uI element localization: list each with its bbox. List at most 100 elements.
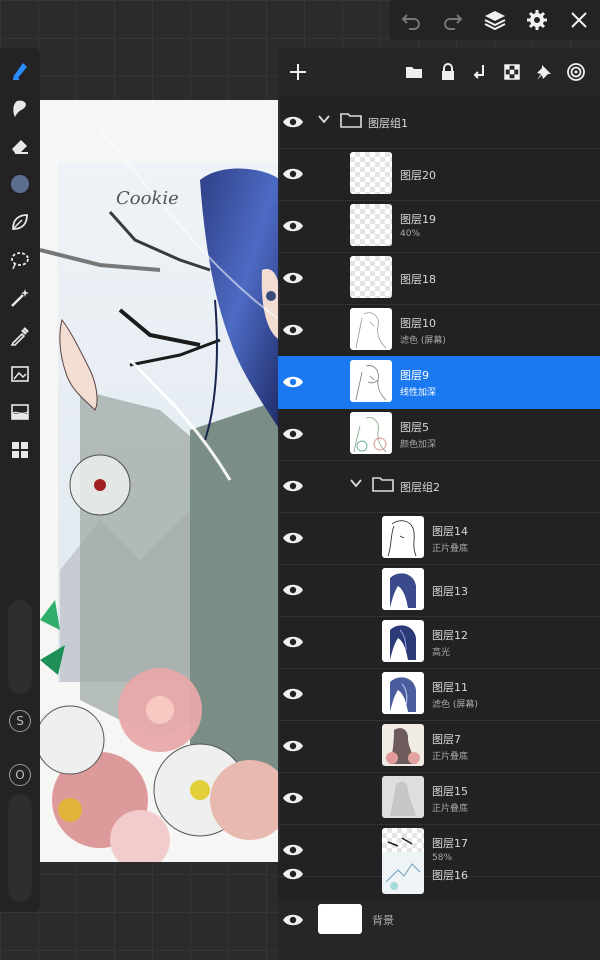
merge-down-icon[interactable] <box>468 60 492 84</box>
background-thumbnail <box>318 904 362 934</box>
layer-name: 图层19 <box>400 213 436 226</box>
layer-group-row[interactable]: 图层组1 <box>278 96 600 149</box>
layer-row[interactable]: 图层7 正片叠底 <box>278 720 600 773</box>
settings-gear-icon[interactable] <box>524 7 550 33</box>
layer-mode: 40% <box>400 229 421 239</box>
layer-group-row[interactable]: 图层组2 <box>278 460 600 513</box>
folder-icon <box>372 477 394 492</box>
drawing-canvas[interactable]: Cookie <box>40 100 280 862</box>
visibility-eye-icon[interactable] <box>282 864 304 884</box>
eraser-icon[interactable] <box>8 134 32 158</box>
visibility-eye-icon[interactable] <box>282 112 304 132</box>
layer-mode: 正片叠底 <box>432 752 469 762</box>
layer-thumbnail <box>382 776 424 818</box>
chevron-down-icon[interactable] <box>318 114 330 124</box>
folder-icon <box>340 113 362 128</box>
smudge-icon[interactable] <box>8 96 32 120</box>
layer-mode: 滤色 (屏幕) <box>400 336 446 346</box>
opacity-slider[interactable] <box>8 794 32 902</box>
layer-name: 图层12 <box>432 629 468 642</box>
layer-name: 图层15 <box>432 785 468 798</box>
layer-name: 图层10 <box>400 317 436 330</box>
eyedropper-icon[interactable] <box>8 324 32 348</box>
layer-thumbnail <box>382 620 424 662</box>
layer-row[interactable]: 图层13 <box>278 564 600 617</box>
visibility-eye-icon[interactable] <box>282 424 304 444</box>
visibility-eye-icon[interactable] <box>282 476 304 496</box>
redo-icon[interactable] <box>440 7 466 33</box>
layer-mode: 正片叠底 <box>432 804 469 814</box>
visibility-eye-icon[interactable] <box>282 580 304 600</box>
add-layer-icon[interactable] <box>286 60 310 84</box>
layer-row[interactable]: 图层5 颜色加深 <box>278 408 600 461</box>
layer-mode: 滤色 (屏幕) <box>432 700 478 710</box>
gallery-grid-icon[interactable] <box>8 438 32 462</box>
layer-row[interactable]: 图层18 <box>278 252 600 305</box>
layer-mode: 颜色加深 <box>400 440 437 450</box>
layer-mode: 线性加深 <box>400 388 437 398</box>
layer-thumbnail <box>382 516 424 558</box>
layer-row[interactable]: 图层16 <box>278 848 600 901</box>
visibility-eye-icon[interactable] <box>282 632 304 652</box>
visibility-eye-icon[interactable] <box>282 164 304 184</box>
visibility-eye-icon[interactable] <box>282 320 304 340</box>
lock-icon[interactable] <box>436 60 460 84</box>
target-icon[interactable] <box>564 60 588 84</box>
visibility-eye-icon[interactable] <box>282 528 304 548</box>
layer-thumbnail <box>350 152 392 194</box>
brush-icon[interactable] <box>8 58 32 82</box>
visibility-eye-icon[interactable] <box>282 268 304 288</box>
background-layer-name: 背景 <box>372 914 394 927</box>
folder-icon[interactable] <box>402 60 426 84</box>
brush-size-slider[interactable] <box>8 600 32 694</box>
layer-mode: 高光 <box>432 648 451 658</box>
layer-thumbnail <box>350 256 392 298</box>
checker-icon[interactable] <box>500 60 524 84</box>
layer-row[interactable]: 图层14 正片叠底 <box>278 512 600 565</box>
layer-name: 图层14 <box>432 525 468 538</box>
visibility-eye-icon[interactable] <box>282 910 304 930</box>
layer-thumbnail <box>382 568 424 610</box>
layer-row[interactable]: 图层11 滤色 (屏幕) <box>278 668 600 721</box>
leaf-icon[interactable] <box>8 210 32 234</box>
opacity-button[interactable]: O <box>9 764 31 786</box>
visibility-eye-icon[interactable] <box>282 684 304 704</box>
filter-icon[interactable] <box>8 400 32 424</box>
background-layer-row[interactable]: 背景 <box>278 900 600 960</box>
size-button[interactable]: S <box>9 710 31 732</box>
undo-icon[interactable] <box>398 7 424 33</box>
layers-panel-header <box>278 48 600 96</box>
signature-text: Cookie <box>116 188 179 209</box>
lasso-icon[interactable] <box>8 248 32 272</box>
magic-wand-icon[interactable] <box>8 286 32 310</box>
layer-name: 图层11 <box>432 681 468 694</box>
layer-name: 图层9 <box>400 369 429 382</box>
layer-thumbnail <box>382 852 424 894</box>
layer-row[interactable]: 图层20 <box>278 148 600 201</box>
pin-icon[interactable] <box>532 60 556 84</box>
layer-row[interactable]: 图层19 40% <box>278 200 600 253</box>
layer-row[interactable]: 图层10 滤色 (屏幕) <box>278 304 600 357</box>
layer-mode: 正片叠底 <box>432 544 469 554</box>
layer-thumbnail <box>350 360 392 402</box>
visibility-eye-icon[interactable] <box>282 372 304 392</box>
color-swatch[interactable] <box>8 172 32 196</box>
visibility-eye-icon[interactable] <box>282 788 304 808</box>
layers-icon[interactable] <box>482 7 508 33</box>
layer-thumbnail <box>382 672 424 714</box>
layer-row-selected[interactable]: 图层9 线性加深 <box>278 356 600 409</box>
artwork-illustration <box>40 100 280 862</box>
group-name: 图层组2 <box>400 481 440 494</box>
visibility-eye-icon[interactable] <box>282 216 304 236</box>
chevron-down-icon[interactable] <box>350 478 362 488</box>
close-icon[interactable] <box>566 7 592 33</box>
visibility-eye-icon[interactable] <box>282 736 304 756</box>
top-toolbar <box>390 0 600 40</box>
layer-name: 图层5 <box>400 421 429 434</box>
layer-name: 图层16 <box>432 869 468 882</box>
layer-thumbnail <box>350 412 392 454</box>
layer-row[interactable]: 图层15 正片叠底 <box>278 772 600 825</box>
image-transform-icon[interactable] <box>8 362 32 386</box>
layer-row[interactable]: 图层12 高光 <box>278 616 600 669</box>
layer-thumbnail <box>382 724 424 766</box>
